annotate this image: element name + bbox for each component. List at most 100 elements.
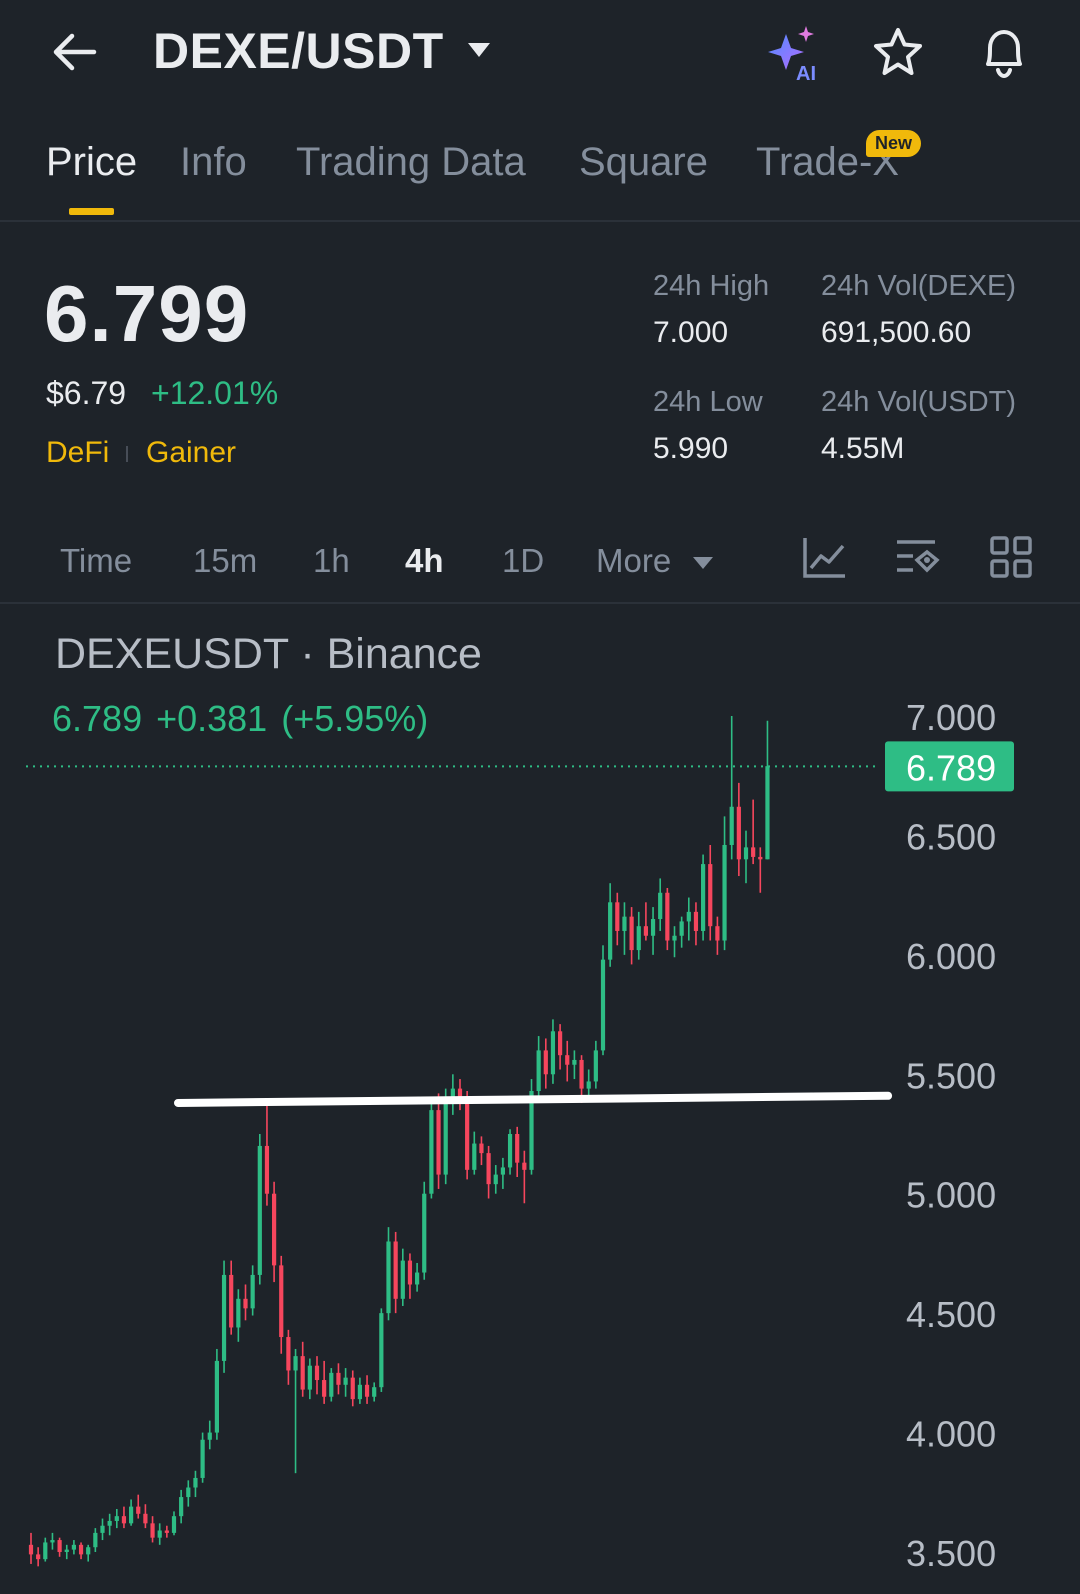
- candle-body: [500, 1167, 505, 1175]
- candle-body: [722, 844, 727, 941]
- low-value: 5.990: [653, 432, 729, 465]
- interval-1d[interactable]: 1D: [502, 542, 544, 580]
- candle-body: [157, 1530, 162, 1538]
- indicator-chart-icon[interactable]: [801, 534, 847, 580]
- candle-body: [250, 1274, 255, 1309]
- candle-body: [493, 1174, 498, 1185]
- active-tab-indicator: [69, 208, 114, 215]
- candle-body: [286, 1337, 291, 1371]
- candle-body: [765, 766, 770, 860]
- pair-title[interactable]: DEXE/USDT: [153, 22, 444, 80]
- candle-body: [71, 1544, 76, 1550]
- trend-line: [174, 1091, 893, 1107]
- y-tick-label: 7.000: [906, 697, 996, 738]
- candle-body: [436, 1110, 441, 1175]
- candle-body: [600, 959, 606, 1051]
- top-bar: DEXE/USDT AI: [0, 0, 1080, 110]
- high-value: 7.000: [653, 316, 729, 349]
- back-arrow-icon[interactable]: [48, 28, 100, 76]
- candle-body: [107, 1520, 112, 1526]
- candle-body: [443, 1102, 448, 1175]
- candle-body: [143, 1513, 148, 1524]
- candle-body: [715, 926, 720, 941]
- chart-settings-icon[interactable]: [895, 534, 941, 580]
- candle-body: [100, 1525, 105, 1533]
- candle-body: [236, 1298, 241, 1328]
- candle-body: [708, 864, 713, 927]
- candle-body: [522, 1162, 527, 1170]
- candle-body: [243, 1298, 248, 1309]
- new-badge: New: [866, 130, 922, 157]
- candle-body: [50, 1540, 55, 1543]
- candle-body: [386, 1241, 391, 1314]
- candle-body: [465, 1100, 470, 1170]
- candle-body: [550, 1031, 556, 1075]
- chevron-down-icon[interactable]: [692, 556, 714, 570]
- candle-body: [322, 1380, 327, 1397]
- candle-body: [479, 1143, 484, 1154]
- grid-layout-icon[interactable]: [988, 534, 1034, 580]
- candle-body: [164, 1530, 169, 1533]
- candle-body: [558, 1031, 563, 1056]
- candle-body: [193, 1477, 198, 1488]
- y-tick-label: 6.000: [906, 936, 996, 977]
- candlestick-chart[interactable]: 7.000 6.500 6.000 5.500 5.000 4.500 4.000 3.500…: [0, 690, 1080, 1594]
- candle-body: [472, 1143, 477, 1170]
- tab-info[interactable]: Info: [180, 140, 247, 185]
- candle-body: [615, 902, 620, 931]
- candle-body: [636, 926, 641, 951]
- candle-body: [350, 1377, 355, 1400]
- ai-sparkle-icon[interactable]: AI: [766, 24, 828, 82]
- star-icon[interactable]: [872, 26, 924, 78]
- candle-body: [229, 1274, 234, 1328]
- candle-body: [121, 1516, 127, 1524]
- vol-base-label: 24h Vol(DEXE): [821, 270, 1017, 302]
- chevron-down-icon[interactable]: [466, 40, 492, 60]
- candle-body: [629, 916, 634, 951]
- interval-time[interactable]: Time: [60, 542, 132, 580]
- y-tick-label: 4.000: [906, 1414, 996, 1455]
- candle-body: [78, 1544, 84, 1555]
- interval-4h[interactable]: 4h: [405, 542, 444, 580]
- candle-body: [729, 806, 734, 845]
- interval-1h[interactable]: 1h: [313, 542, 350, 580]
- candle-body: [86, 1547, 91, 1555]
- candle-body: [272, 1193, 277, 1266]
- candle-body: [329, 1372, 334, 1397]
- bell-icon[interactable]: [978, 24, 1030, 80]
- tab-price[interactable]: Price: [46, 140, 137, 185]
- candle-body: [64, 1549, 69, 1552]
- interval-15m[interactable]: 15m: [193, 542, 257, 580]
- y-tick-label: 4.500: [906, 1294, 996, 1335]
- candle-body: [608, 902, 613, 960]
- tag-defi[interactable]: DeFi: [46, 436, 109, 470]
- price-change-percent: +12.01%: [151, 375, 279, 411]
- last-price: 6.799: [44, 269, 250, 358]
- candle-body: [379, 1313, 384, 1388]
- tab-bar: Price Info Trading Data Square Trade-X N…: [0, 130, 1080, 222]
- candle-body: [293, 1356, 298, 1371]
- tag-divider: [126, 446, 128, 462]
- candle-body: [214, 1360, 219, 1433]
- tag-gainer[interactable]: Gainer: [146, 436, 236, 470]
- tab-square[interactable]: Square: [579, 140, 708, 185]
- candle-body: [565, 1055, 570, 1065]
- candle-body: [171, 1516, 177, 1533]
- candle-body: [672, 935, 677, 941]
- candle-body: [314, 1365, 320, 1381]
- usd-price: $6.79: [46, 375, 127, 411]
- candle-body: [758, 856, 763, 860]
- tab-trading-data[interactable]: Trading Data: [296, 140, 526, 185]
- candle-body: [279, 1265, 284, 1338]
- candle-body: [658, 892, 663, 920]
- candle-body: [679, 921, 684, 936]
- candle-body: [307, 1365, 312, 1390]
- interval-more[interactable]: More: [596, 542, 671, 580]
- candle-body: [507, 1134, 513, 1168]
- high-label: 24h High: [653, 270, 770, 302]
- candle-body: [57, 1540, 62, 1552]
- last-price-label: 6.789: [906, 747, 996, 788]
- candle-body: [221, 1274, 227, 1361]
- candle-body: [622, 916, 627, 931]
- candle-body: [343, 1377, 348, 1385]
